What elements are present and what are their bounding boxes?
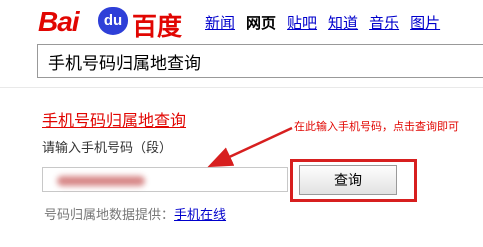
data-provider: 号码归属地数据提供：手机在线 (44, 204, 226, 223)
provider-prefix: 号码归属地数据提供： (44, 208, 175, 223)
provider-link[interactable]: 手机在线 (174, 208, 226, 223)
